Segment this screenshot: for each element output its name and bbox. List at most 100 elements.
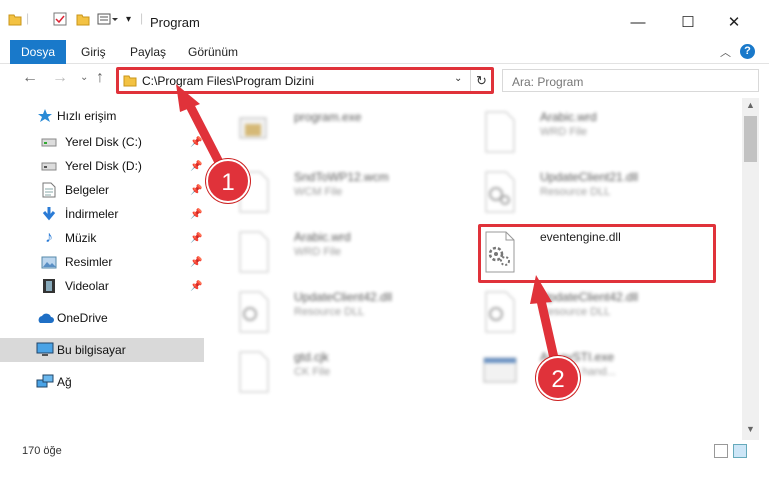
file-item[interactable]: UpdateClient21.dll Resource DLL	[472, 164, 702, 220]
file-item[interactable]: Arabic.wrd WRD File	[472, 104, 702, 160]
drive-icon	[40, 157, 58, 175]
video-icon	[40, 277, 58, 295]
sidebar-label: Ağ	[57, 375, 72, 389]
pin-icon[interactable]: 📌	[190, 209, 202, 220]
file-item[interactable]: gtd.cjk CK File	[226, 344, 456, 400]
sidebar-item-quick-access[interactable]: Hızlı erişim	[0, 104, 204, 128]
music-icon: ♪	[45, 229, 53, 246]
file-item[interactable]: UpdateClient42.dll Resource DLL	[472, 284, 702, 340]
chevron-up-icon[interactable]: ︿	[720, 44, 731, 60]
sidebar-item-local-disk-c[interactable]: Yerel Disk (C:) 📌	[0, 130, 204, 154]
file-item[interactable]: program.exe	[226, 104, 456, 160]
scroll-down-icon[interactable]: ▼	[742, 424, 759, 438]
file-type: Resource DLL	[540, 306, 611, 318]
file-name: UpdateClient21.dll	[540, 170, 639, 184]
details-view-icon[interactable]	[714, 444, 728, 458]
customize-icon[interactable]	[97, 12, 119, 26]
sidebar-label: Bu bilgisayar	[57, 343, 126, 357]
sidebar-item-pictures[interactable]: Resimler 📌	[0, 250, 204, 274]
new-folder-icon[interactable]	[76, 12, 90, 26]
drive-icon	[40, 133, 58, 151]
tab-home[interactable]: Giriş	[81, 40, 106, 64]
pin-icon[interactable]: 📌	[190, 281, 202, 292]
tab-share[interactable]: Paylaş	[130, 40, 166, 64]
file-item[interactable]: UpdateClient42.dll Resource DLL	[226, 284, 456, 340]
sidebar-item-network[interactable]: Ağ	[0, 370, 204, 394]
scroll-thumb[interactable]	[744, 116, 757, 162]
pin-icon[interactable]: 📌	[190, 185, 202, 196]
separator: |	[140, 11, 144, 25]
file-type: WRD File	[540, 126, 588, 138]
close-button[interactable]: ✕	[714, 8, 754, 36]
dll-icon	[485, 171, 515, 213]
file-name: UpdateClient42.dll	[540, 290, 639, 304]
exe-icon	[239, 117, 267, 139]
tab-view[interactable]: Görünüm	[188, 40, 238, 64]
pin-icon[interactable]: 📌	[190, 137, 202, 148]
recent-dropdown-icon[interactable]: ⌄	[80, 72, 88, 94]
sidebar-label: Videolar	[65, 279, 109, 293]
file-type: CK File	[294, 366, 331, 378]
dll-icon	[485, 291, 515, 333]
file-name: Arabic.wrd	[294, 230, 351, 244]
file-name: gtd.cjk	[294, 350, 329, 364]
file-name: program.exe	[294, 110, 362, 124]
folder-icon[interactable]	[8, 12, 22, 26]
forward-arrow-icon[interactable]: →	[52, 69, 68, 91]
sidebar-label: Yerel Disk (C:)	[65, 135, 142, 149]
maximize-button[interactable]: ☐	[668, 8, 708, 36]
computer-icon	[36, 341, 54, 359]
pin-icon[interactable]: 📌	[190, 257, 202, 268]
sidebar-item-this-pc[interactable]: Bu bilgisayar	[0, 338, 204, 362]
search-placeholder: Ara: Program	[512, 75, 584, 89]
file-highlight-box	[478, 224, 716, 283]
address-highlight-box	[116, 67, 494, 94]
sidebar-item-onedrive[interactable]: OneDrive	[0, 306, 204, 330]
search-input[interactable]: Ara: Program	[502, 69, 759, 92]
file-name: Arabic.wrd	[540, 110, 597, 124]
sidebar-item-documents[interactable]: Belgeler 📌	[0, 178, 204, 202]
document-icon	[40, 181, 58, 199]
sidebar-item-downloads[interactable]: İndirmeler 📌	[0, 202, 204, 226]
pin-icon[interactable]: 📌	[190, 233, 202, 244]
star-icon	[36, 107, 54, 125]
up-arrow-icon[interactable]: ↑	[96, 69, 104, 91]
sidebar-item-local-disk-d[interactable]: Yerel Disk (D:) 📌	[0, 154, 204, 178]
file-type: WRD File	[294, 246, 342, 258]
sidebar-label: OneDrive	[57, 311, 108, 325]
large-icons-view-icon[interactable]	[733, 444, 747, 458]
file-type: Resource DLL	[294, 306, 365, 318]
scroll-up-icon[interactable]: ▲	[742, 100, 759, 114]
help-icon[interactable]: ?	[740, 44, 755, 59]
tab-file[interactable]: Dosya	[10, 40, 66, 64]
ribbon-tabs: Dosya Giriş Paylaş Görünüm ︿ ?	[0, 40, 769, 64]
sidebar-item-music[interactable]: ♪ Müzik 📌	[0, 226, 204, 250]
vertical-scrollbar[interactable]: ▲ ▼	[742, 98, 759, 440]
file-icon	[239, 231, 269, 273]
navigation-pane: Hızlı erişim Yerel Disk (C:) 📌 Yerel Dis…	[0, 100, 205, 430]
status-bar: 170 öğe	[0, 440, 769, 460]
title-bar: | ▾ | Program — ☐ ✕	[0, 0, 769, 40]
file-icon	[485, 111, 515, 153]
pin-icon[interactable]: 📌	[190, 161, 202, 172]
file-icon	[239, 351, 269, 393]
back-arrow-icon[interactable]: ←	[22, 69, 38, 91]
properties-icon[interactable]	[53, 12, 67, 26]
exe-icon	[483, 357, 517, 383]
sidebar-item-videos[interactable]: Videolar 📌	[0, 274, 204, 298]
cloud-icon	[36, 309, 54, 327]
dropdown-icon[interactable]: ▾	[126, 14, 131, 25]
step-badge-1: 1	[206, 159, 250, 203]
file-item[interactable]: Arabic.wrd WRD File	[226, 224, 456, 280]
file-item[interactable]: AssaySTI.exe ... event hand...	[472, 344, 702, 400]
pictures-icon	[40, 253, 58, 271]
sidebar-label: Yerel Disk (D:)	[65, 159, 142, 173]
step-badge-2: 2	[536, 356, 580, 400]
sidebar-label: Resimler	[65, 255, 113, 269]
file-item[interactable]: SndToWP12.wcm WCM File	[226, 164, 456, 220]
network-icon	[36, 373, 54, 391]
minimize-button[interactable]: —	[618, 8, 658, 36]
file-type: Resource DLL	[540, 186, 611, 198]
item-count: 170 öğe	[22, 445, 62, 457]
separator: |	[26, 11, 30, 25]
